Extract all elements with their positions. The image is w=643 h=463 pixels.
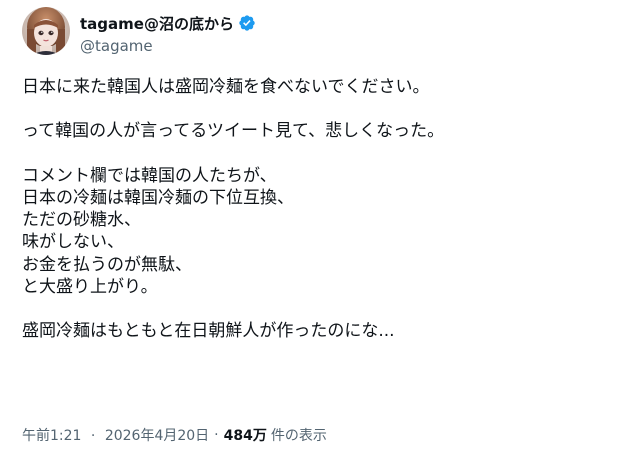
doll-portrait-icon (22, 7, 70, 55)
tweet-line: ただの砂糖水、 (22, 210, 141, 231)
verified-badge-icon[interactable] (238, 14, 256, 32)
tweet-line: お金を払うのが無駄、 (22, 254, 192, 275)
tweet-time: 午前1:21 (22, 428, 82, 444)
author-handle[interactable]: @tagame (80, 37, 153, 55)
tweet-timestamp-link[interactable]: 午前1:21 · 2026年4月20日 (22, 425, 209, 445)
tweet-line: と大盛り上がり。 (22, 276, 158, 297)
tweet-date: 2026年4月20日 (104, 428, 210, 444)
tweet-line: って韓国の人が言ってるツイート見て、悲しくなった。 (22, 121, 445, 142)
tweet-line: 日本に来た韓国人は盛岡冷麺を食べないでください。 (22, 77, 430, 97)
avatar[interactable] (22, 7, 70, 55)
views-count: 484万 (223, 428, 267, 444)
dot-separator: · (90, 428, 96, 444)
tweet-text: 日本に来た韓国人は盛岡冷麺を食べないでください。 って韓国の人が言ってるツイート見… (22, 76, 622, 342)
views-label[interactable]: 件の表示 (271, 425, 327, 445)
tweet-line: 日本の冷麺は韓国冷麺の下位互換、 (22, 187, 294, 208)
tweet-meta: 午前1:21 · 2026年4月20日 · 484万 件の表示 (22, 424, 327, 446)
tweet-line: 味がしない、 (22, 232, 124, 253)
author-name-row: tagame@沼の底から (80, 11, 256, 35)
dot-separator: · (214, 427, 219, 443)
tweet-line: コメント欄では韓国の人たちが、 (22, 165, 277, 186)
tweet-line: 盛岡冷麺はもともと在日朝鮮人が作ったのにな... (22, 321, 395, 342)
author-display-name[interactable]: tagame@沼の底から (80, 13, 234, 34)
tweet: tagame@沼の底から @tagame 日本に来た韓国人は盛岡冷麺を食べないで… (0, 0, 643, 463)
